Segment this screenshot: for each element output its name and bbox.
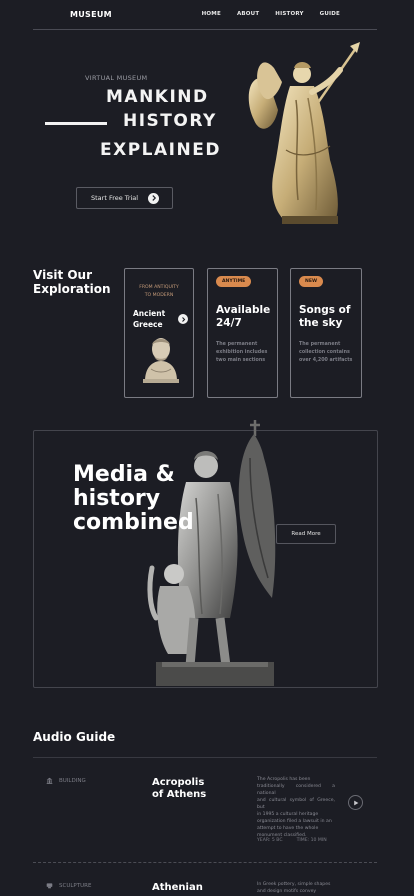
card-ancient-greece[interactable]: FROM ANTIQUITY TO MODERN Ancient Greece — [124, 268, 194, 398]
arrow-right-icon — [148, 192, 160, 204]
row-title-line: of Athens — [152, 789, 207, 800]
audio-guide-title: Audio Guide — [33, 730, 116, 744]
play-button[interactable] — [348, 795, 363, 810]
card-title-line: the sky — [299, 317, 343, 329]
row-desc-line: in 1995 a cultural heritage — [257, 812, 319, 817]
hero-dash — [45, 122, 107, 125]
row-desc-line: organization filed a lawsuit in an — [257, 819, 332, 824]
card-title-line: Greece — [133, 320, 163, 329]
main-nav: HOME ABOUT HISTORY GUIDE — [202, 11, 340, 17]
start-trial-label: Start Free Trial — [91, 194, 139, 202]
row-description: The Acropolis has been traditionally con… — [257, 776, 335, 839]
card-title-line: Songs of — [299, 304, 351, 316]
media-title-line: Media & — [73, 462, 175, 487]
read-more-button[interactable]: Read More — [276, 524, 336, 544]
audio-guide-divider — [33, 757, 377, 758]
row-title[interactable]: Acropolis of Athens — [152, 777, 206, 801]
media-title-line: combined — [73, 510, 194, 535]
row-category-label: SCULPTURE — [59, 882, 92, 889]
exploration-title: Visit Our Exploration — [33, 268, 111, 296]
play-icon — [353, 800, 358, 805]
card-title: Available 24/7 — [216, 304, 270, 330]
logo[interactable]: MUSEUM — [70, 10, 112, 19]
card-desc-line: collection contains — [299, 350, 350, 355]
status-badge: ANYTIME — [216, 276, 252, 287]
card-desc-line: two main sections — [216, 358, 266, 363]
card-desc-line: The permanent — [216, 342, 258, 347]
row-desc-line: and cultural symbol of Greece, but — [257, 798, 335, 810]
hero-title-line-3: EXPLAINED — [100, 140, 221, 160]
row-year: YEAR: 5 BC — [257, 838, 283, 843]
nav-home[interactable]: HOME — [202, 11, 221, 17]
row-desc-line: The Acropolis has been — [257, 777, 311, 782]
status-badge: NEW — [299, 276, 324, 287]
card-title: Songs of the sky — [299, 304, 350, 330]
card-desc-line: The permanent — [299, 342, 341, 347]
angel-statue-image — [248, 42, 360, 224]
exploration-title-line-2: Exploration — [33, 282, 111, 296]
media-title: Media & history combined — [73, 463, 194, 535]
card-subtitle-line: FROM ANTIQUITY — [139, 285, 179, 290]
row-title-line: Athenian — [152, 882, 203, 893]
row-time: TIME: 10 MIN — [296, 838, 327, 843]
card-description: The permanent collection contains over 4… — [299, 341, 355, 365]
hero-kicker: VIRTUAL MUSEUM — [85, 74, 148, 82]
card-subtitle-line: TO MODERN — [144, 293, 174, 298]
row-desc-line: attempt to have the whole — [257, 826, 319, 831]
warrior-statue-image — [147, 420, 276, 686]
card-title: Ancient Greece — [133, 308, 165, 330]
row-description: In Greek pottery, simple shapes and desi… — [257, 881, 335, 895]
sculpture-icon — [46, 883, 53, 889]
arrow-right-icon[interactable] — [178, 314, 188, 324]
row-meta: YEAR: 5 BC TIME: 10 MIN — [257, 838, 327, 843]
row-desc-line: In Greek pottery, simple shapes — [257, 882, 331, 887]
card-title-line: 24/7 — [216, 317, 242, 329]
building-icon — [46, 777, 53, 784]
card-available[interactable]: ANYTIME Available 24/7 The permanent exh… — [207, 268, 278, 398]
row-category: BUILDING — [46, 777, 86, 784]
card-title-line: Available — [216, 304, 271, 316]
card-desc-line: exhibition includes — [216, 350, 268, 355]
hero-title-line-2: HISTORY — [123, 111, 217, 131]
nav-about[interactable]: ABOUT — [237, 11, 259, 17]
card-title-line: Ancient — [133, 309, 166, 318]
card-subtitle: FROM ANTIQUITY TO MODERN — [129, 284, 189, 300]
row-desc-line: traditionally considered a national — [257, 784, 335, 796]
nav-guide[interactable]: GUIDE — [320, 11, 340, 17]
greek-bust-image — [143, 338, 179, 383]
exploration-title-line-1: Visit Our — [33, 268, 93, 282]
row-category: SCULPTURE — [46, 882, 91, 889]
row-divider — [33, 862, 377, 863]
row-desc-line: and design motifs convey — [257, 889, 317, 894]
nav-divider — [33, 29, 377, 30]
card-description: The permanent exhibition includes two ma… — [216, 341, 271, 365]
media-title-line: history — [73, 486, 161, 511]
card-songs-of-the-sky[interactable]: NEW Songs of the sky The permanent colle… — [290, 268, 362, 398]
row-title-line: Acropolis — [152, 777, 205, 788]
card-desc-line: over 4,200 artifacts — [299, 358, 353, 363]
hero-title-line-1: MANKIND — [106, 87, 209, 107]
start-trial-button[interactable]: Start Free Trial — [76, 187, 173, 209]
nav-history[interactable]: HISTORY — [275, 11, 303, 17]
row-category-label: BUILDING — [59, 777, 86, 784]
row-title[interactable]: Athenian — [152, 882, 203, 894]
